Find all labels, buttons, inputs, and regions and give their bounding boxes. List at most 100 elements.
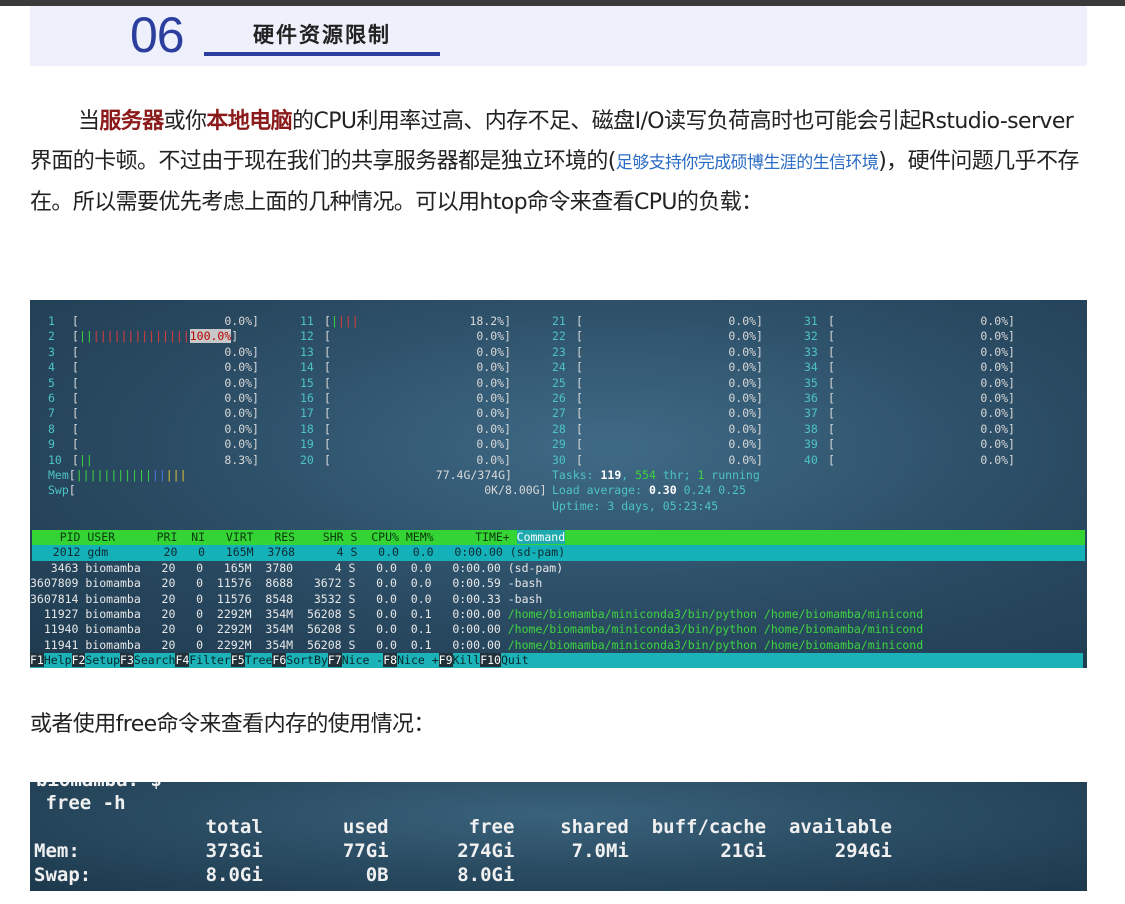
cpu-number: 16 bbox=[300, 390, 314, 405]
cpu-number: 14 bbox=[300, 360, 314, 375]
cpu-spacer bbox=[835, 406, 980, 420]
cpu-bracket-open: [ bbox=[72, 452, 79, 467]
cpu-spacer bbox=[79, 360, 224, 374]
cpu-number: 2 bbox=[48, 329, 55, 344]
fkey-label: Search bbox=[133, 653, 176, 667]
cpu-bracket-open: [ bbox=[72, 360, 79, 375]
cpu-bracket-close: ] bbox=[231, 329, 239, 344]
cpu-value: 0.0% bbox=[728, 360, 757, 375]
cpu-bracket-close: ] bbox=[1008, 329, 1015, 344]
mem-bar-used: ||||||||||| bbox=[75, 468, 152, 482]
cpu-value: 0.0% bbox=[224, 360, 253, 375]
fkey-label: SortBy bbox=[286, 653, 328, 667]
cpu-bracket-open: [ bbox=[828, 421, 835, 436]
cpu-bracket-open: [ bbox=[576, 375, 583, 390]
fkey-key: F7 bbox=[327, 653, 342, 667]
cpu-number: 30 bbox=[552, 452, 566, 467]
fkey-f2[interactable]: F2Setup bbox=[71, 653, 120, 667]
cpu-value: 0.0% bbox=[476, 452, 505, 467]
cpu-spacer bbox=[583, 406, 728, 420]
cpu-bar: |||| bbox=[331, 314, 359, 328]
cpu-bracket-close: ] bbox=[756, 452, 763, 467]
process-row[interactable]: 11940 biomamba 20 0 2292M 354M 56208 S 0… bbox=[30, 622, 1087, 637]
cpu-bracket-close: ] bbox=[756, 406, 763, 421]
cpu-value: 0.0% bbox=[980, 329, 1009, 344]
fkey-f1[interactable]: F1Help bbox=[30, 653, 72, 667]
cpu-bracket-open: [ bbox=[828, 452, 835, 467]
mem-bar-buffers: || bbox=[151, 468, 166, 482]
cpu-number: 29 bbox=[552, 437, 566, 452]
process-row[interactable]: 11941 biomamba 20 0 2292M 354M 56208 S 0… bbox=[30, 638, 1087, 653]
cpu-value: 0.0% bbox=[476, 437, 505, 452]
process-row[interactable]: 3607814 biomamba 20 0 11576 8548 3532 S … bbox=[30, 592, 1087, 607]
cpu-bracket-open: [ bbox=[324, 329, 331, 344]
process-row[interactable]: 3463 biomamba 20 0 165M 3780 4 S 0.0 0.0… bbox=[30, 561, 1087, 576]
cpu-bracket-open: [ bbox=[576, 344, 583, 359]
cpu-bracket-open: [ bbox=[576, 406, 583, 421]
cpu-bracket-close: ] bbox=[756, 329, 763, 344]
cpu-meter: 38 [ 0.0%] bbox=[804, 422, 1015, 437]
inline-link[interactable]: 足够支持你完成硕博生涯的生信环境 bbox=[616, 153, 879, 173]
process-fields: 3463 biomamba 20 0 165M 3780 4 S 0.0 0.0… bbox=[30, 560, 508, 575]
cpu-bracket-close: ] bbox=[1008, 314, 1015, 328]
cpu-bracket-open: [ bbox=[576, 360, 583, 375]
cpu-value: 0.0% bbox=[224, 406, 253, 421]
uptime-value: 3 days, 05:23:45 bbox=[607, 498, 719, 513]
fkey-f9[interactable]: F9Kill bbox=[438, 653, 480, 667]
fkey-f4[interactable]: F4Filter bbox=[175, 653, 231, 667]
process-row[interactable]: 3607809 biomamba 20 0 11576 8688 3672 S … bbox=[30, 576, 1087, 591]
cpu-bracket-close: ] bbox=[504, 360, 511, 375]
cpu-value: 0.0% bbox=[476, 360, 505, 375]
fkey-f3[interactable]: F3Search bbox=[120, 653, 175, 667]
cpu-spacer bbox=[583, 422, 728, 436]
cpu-spacer bbox=[835, 376, 980, 390]
htop-screenshot: 1[ 0.0%] 2 [||||||||||||||||100.0%] 3[ 0.0%… bbox=[30, 300, 1087, 668]
fkey-label: Quit bbox=[500, 653, 529, 667]
cpu-bracket-close: ] bbox=[252, 360, 259, 375]
tasks-count: 119 bbox=[600, 468, 622, 482]
process-table-header: PID USER PRI NI VIRT RES SHR S CPU% MEM%… bbox=[32, 530, 1085, 546]
fkey-f5[interactable]: F5Tree bbox=[230, 653, 272, 667]
process-row[interactable]: 2012 gdm 20 0 165M 3768 4 S 0.0 0.0 0:00… bbox=[32, 545, 1085, 561]
cpu-meter: 34 [ 0.0%] bbox=[804, 360, 1015, 375]
text-span: 或你 bbox=[163, 109, 207, 134]
cpu-bracket-open: [ bbox=[324, 437, 331, 452]
cpu-bracket-close: ] bbox=[504, 390, 511, 405]
process-fields: 3607809 biomamba 20 0 11576 8688 3672 S … bbox=[30, 576, 508, 591]
process-command: /home/biomamba/miniconda3/bin/python /ho… bbox=[507, 622, 924, 637]
highlight-text: 服务器 bbox=[99, 109, 164, 134]
cpu-bracket-open: [ bbox=[828, 314, 835, 328]
cpu-spacer bbox=[835, 345, 980, 359]
cpu-spacer bbox=[583, 329, 728, 343]
cpu-number: 19 bbox=[300, 437, 314, 452]
process-command: (sd-pam) bbox=[507, 560, 564, 575]
uptime-label: Uptime: bbox=[552, 498, 608, 513]
header-columns[interactable]: PID USER PRI NI VIRT RES SHR S CPU% MEM%… bbox=[32, 530, 517, 544]
cpu-bracket-close: ] bbox=[504, 406, 511, 421]
cpu-bracket-open: [ bbox=[324, 314, 331, 328]
paragraph-htop-intro: 当服务器或你本地电脑的CPU利用率过高、内存不足、磁盘I/O读写负荷高时也可能会… bbox=[30, 102, 1090, 223]
cpu-value: 0.0% bbox=[980, 421, 1009, 436]
cpu-spacer bbox=[331, 345, 476, 359]
cpu-meter: 31 [ 0.0%] bbox=[804, 314, 1015, 329]
fkey-f10[interactable]: F10Quit bbox=[480, 653, 529, 667]
cpu-bracket-close: ] bbox=[756, 375, 763, 390]
cpu-bracket-close: ] bbox=[1008, 360, 1015, 375]
uptime-line: Uptime: 3 days, 05:23:45 bbox=[552, 499, 760, 514]
cpu-number: 32 bbox=[804, 329, 818, 344]
cpu-bracket-close: ] bbox=[252, 344, 259, 359]
fkey-f8[interactable]: F8Nice + bbox=[383, 653, 439, 667]
process-row[interactable]: 11927 biomamba 20 0 2292M 354M 56208 S 0… bbox=[30, 607, 1087, 622]
cpu-bracket-close: ] bbox=[252, 406, 259, 421]
cpu-bracket-open: [ bbox=[72, 437, 79, 452]
header-command[interactable]: Command bbox=[516, 530, 566, 544]
cpu-column: 1[ 0.0%] 2 [||||||||||||||||100.0%] 3[ 0.0%… bbox=[48, 314, 259, 468]
fkey-f7[interactable]: F7Nice - bbox=[327, 653, 383, 667]
cpu-meter: 18 [ 0.0%] bbox=[300, 422, 511, 437]
cpu-bracket-close: ] bbox=[252, 421, 259, 436]
cpu-bracket-open: [ bbox=[72, 329, 79, 344]
process-command: (sd-pam) bbox=[509, 545, 566, 560]
cpu-number: 8 bbox=[48, 421, 55, 436]
fkey-f6[interactable]: F6SortBy bbox=[272, 653, 328, 667]
cpu-value: 0.0% bbox=[728, 437, 757, 452]
